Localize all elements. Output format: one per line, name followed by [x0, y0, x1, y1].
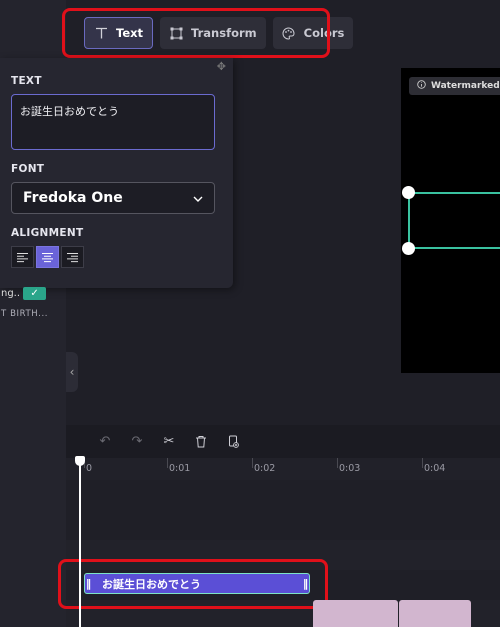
alignment-group	[11, 246, 84, 268]
highlight-box-toolbar	[62, 8, 330, 58]
text-template-item[interactable]: ng.. ✓	[0, 286, 46, 301]
collapse-panel-handle[interactable]: ‹	[66, 352, 78, 392]
highlight-box-clip	[58, 559, 328, 609]
tick-label: 0:01	[169, 463, 191, 474]
tick-mark	[422, 458, 423, 468]
align-center-button[interactable]	[36, 246, 59, 268]
chevron-left-icon: ‹	[69, 365, 75, 379]
video-thumbnail[interactable]	[313, 600, 398, 627]
align-left-button[interactable]	[11, 246, 34, 268]
tick-mark	[337, 458, 338, 468]
align-right-icon	[67, 252, 78, 262]
tick-label: 0	[86, 463, 93, 474]
watermark-label: Watermarked	[431, 81, 500, 91]
redo-icon[interactable]: ↷	[126, 431, 148, 453]
timeline-toolbar: ↶ ↷ ✂	[66, 425, 500, 458]
watermark-badge: Watermarked	[409, 77, 500, 95]
video-thumbnail[interactable]	[399, 600, 471, 627]
checkmark-icon: ✓	[23, 287, 46, 300]
timeline-ruler[interactable]: 0 0:01 0:02 0:03 0:04	[66, 458, 500, 480]
editor-window: ‹ Text Transform Colors ✥ TEXT お誕生日おめでとう…	[0, 0, 500, 627]
tick-label: 0:03	[339, 463, 361, 474]
info-icon	[417, 80, 426, 92]
font-select-value: Fredoka One	[23, 190, 123, 206]
resize-handle-bottom-left[interactable]	[402, 242, 415, 255]
tick-label: 0:04	[424, 463, 446, 474]
move-handle-icon[interactable]: ✥	[217, 60, 226, 73]
text-template-label: ng..	[1, 288, 21, 299]
text-content-input[interactable]: お誕生日おめでとう	[11, 94, 215, 150]
tick-label: 0:02	[254, 463, 276, 474]
template-caption: T BIRTH...	[1, 309, 49, 319]
chevron-down-icon	[193, 190, 203, 206]
align-left-icon	[17, 252, 28, 262]
playhead[interactable]	[79, 458, 81, 627]
playhead-knob[interactable]	[75, 456, 85, 466]
tick-mark	[252, 458, 253, 468]
align-right-button[interactable]	[61, 246, 84, 268]
font-section-label: FONT	[11, 163, 45, 175]
trash-icon[interactable]	[190, 431, 212, 453]
duplicate-icon[interactable]	[222, 431, 244, 453]
undo-icon[interactable]: ↶	[94, 431, 116, 453]
text-properties-panel: ✥ TEXT お誕生日おめでとう FONT Fredoka One ALIGNM…	[0, 58, 233, 288]
align-center-icon	[42, 252, 53, 262]
scissors-icon[interactable]: ✂	[158, 431, 180, 453]
tick-mark	[167, 458, 168, 468]
alignment-section-label: ALIGNMENT	[11, 227, 84, 239]
resize-handle-top-left[interactable]	[402, 186, 415, 199]
text-selection-box[interactable]	[408, 192, 500, 249]
video-preview[interactable]: Watermarked	[401, 68, 500, 373]
text-section-label: TEXT	[11, 75, 42, 87]
font-select[interactable]: Fredoka One	[11, 182, 215, 214]
